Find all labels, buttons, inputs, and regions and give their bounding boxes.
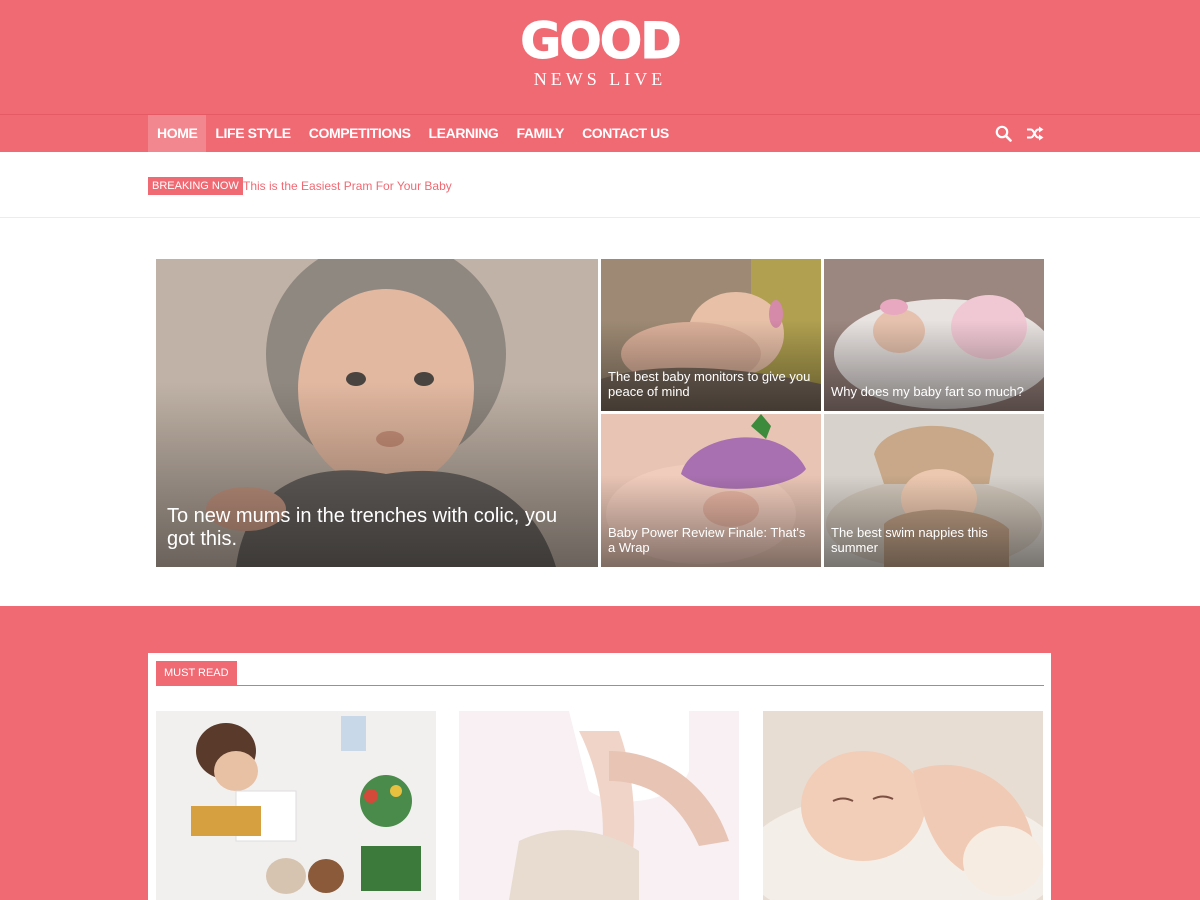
featured-card-3-title[interactable]: Baby Power Review Finale: That's a Wrap: [608, 525, 813, 555]
featured-card-3[interactable]: Baby Power Review Finale: That's a Wrap: [601, 414, 821, 567]
logo-tagline: NEWS LIVE: [533, 69, 667, 89]
nav-item-contact-us[interactable]: CONTACT US: [573, 115, 678, 152]
featured-main-title[interactable]: To new mums in the trenches with colic, …: [167, 505, 584, 551]
must-read-thumb-2[interactable]: [459, 711, 739, 900]
must-read-panel: MUST READ: [148, 653, 1051, 900]
nav-item-home[interactable]: HOME: [148, 115, 207, 152]
featured-card-1[interactable]: The best baby monitors to give you peace…: [601, 259, 821, 411]
shuffle-icon[interactable]: [1021, 115, 1049, 152]
must-read-thumb-1[interactable]: [156, 711, 436, 900]
logo-wordmark: GOOD: [520, 12, 683, 70]
nav-item-life-style[interactable]: LIFE STYLE: [206, 115, 299, 152]
search-icon[interactable]: [989, 115, 1017, 152]
nav-item-family[interactable]: FAMILY: [507, 115, 573, 152]
featured-main-card[interactable]: To new mums in the trenches with colic, …: [156, 259, 598, 567]
featured-posts: To new mums in the trenches with colic, …: [156, 259, 1044, 567]
featured-card-4-title[interactable]: The best swim nappies this summer: [831, 525, 1036, 555]
main-navigation: HOME LIFE STYLE COMPETITIONS LEARNING FA…: [0, 114, 1200, 152]
must-read-thumb-3[interactable]: [763, 711, 1043, 900]
nav-item-competitions[interactable]: COMPETITIONS: [300, 115, 420, 152]
site-header: GOOD NEWS LIVE: [0, 0, 1200, 114]
featured-card-4[interactable]: The best swim nappies this summer: [824, 414, 1044, 567]
featured-card-1-title[interactable]: The best baby monitors to give you peace…: [608, 369, 813, 399]
featured-card-2-title[interactable]: Why does my baby fart so much?: [831, 384, 1036, 399]
must-read-label: MUST READ: [156, 661, 237, 685]
breaking-news-ticker: BREAKING NOW This is the Easiest Pram Fo…: [0, 152, 1200, 218]
breaking-headline-link[interactable]: This is the Easiest Pram For Your Baby: [243, 177, 452, 195]
breaking-now-badge: BREAKING NOW: [148, 177, 243, 195]
nav-item-learning[interactable]: LEARNING: [420, 115, 508, 152]
site-logo[interactable]: GOOD NEWS LIVE: [0, 14, 1200, 94]
featured-card-2[interactable]: Why does my baby fart so much?: [824, 259, 1044, 411]
must-read-divider: [156, 685, 1044, 686]
